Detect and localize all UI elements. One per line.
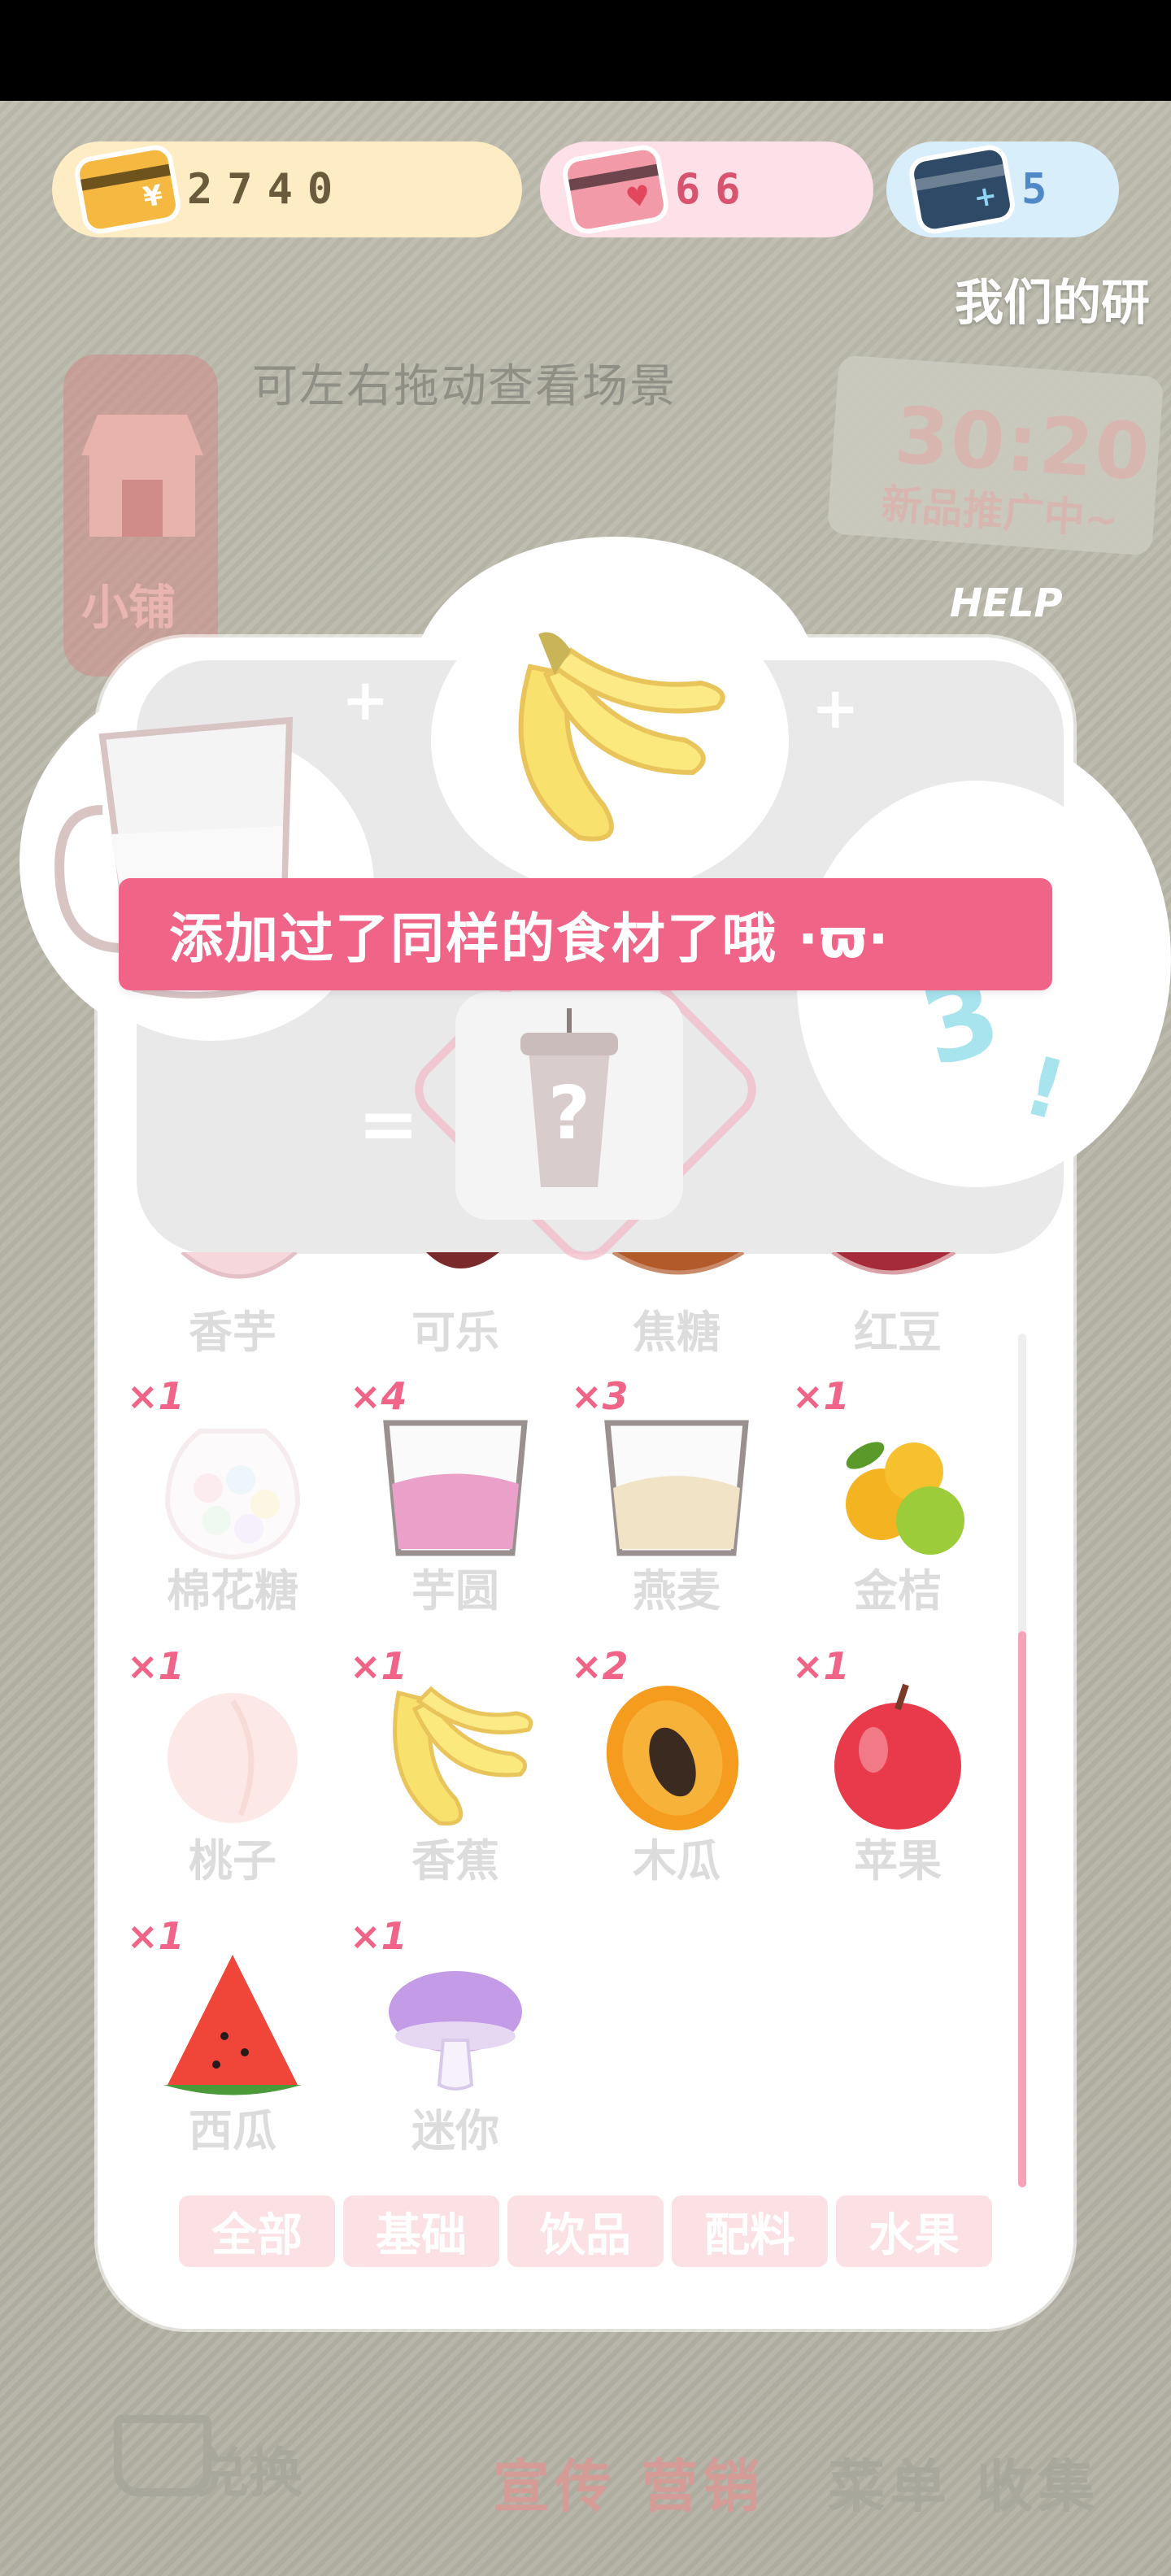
plus-sign: + bbox=[812, 675, 860, 742]
blue-card-icon: + bbox=[912, 148, 1012, 231]
tab-toppings[interactable]: 配料 bbox=[672, 2195, 828, 2267]
gold-card-icon: ¥ bbox=[77, 148, 178, 231]
ingredient-apple[interactable]: ×1 苹果 bbox=[792, 1644, 1003, 1904]
shop-title: 我们的研 bbox=[955, 275, 1150, 332]
apple-icon bbox=[834, 1683, 961, 1830]
mini-mushroom-icon bbox=[389, 1971, 522, 2091]
ingredient-name: 棉花糖 bbox=[167, 1565, 298, 1617]
ingredient-name: 香蕉 bbox=[411, 1835, 499, 1886]
kumquat-icon bbox=[846, 1442, 964, 1555]
coin-counter[interactable]: ¥ 2740 bbox=[52, 141, 522, 237]
ingredient-name: 红豆 bbox=[854, 1307, 942, 1358]
ingredient-name: 燕麦 bbox=[633, 1565, 720, 1617]
shop-label: 小铺 bbox=[81, 580, 176, 635]
heart-value: 66 bbox=[675, 165, 755, 214]
heart-counter[interactable]: ♥ 66 bbox=[540, 141, 873, 237]
toast-text: 添加过了同样的食材了哦 ·ϖ· bbox=[169, 907, 890, 970]
peach-icon bbox=[168, 1693, 298, 1823]
ingredient-marshmallow[interactable]: ×1 棉花糖 bbox=[127, 1374, 338, 1634]
ingredient-name: 芋圆 bbox=[411, 1565, 499, 1617]
ingredient-peach[interactable]: ×1 桃子 bbox=[127, 1644, 338, 1904]
ingredient-watermelon[interactable]: ×1 西瓜 bbox=[127, 1914, 338, 2174]
tab-all[interactable]: 全部 bbox=[179, 2195, 335, 2267]
toast-message: 添加过了同样的食材了哦 ·ϖ· bbox=[119, 878, 1052, 990]
ingredient-name: 香芋 bbox=[189, 1307, 276, 1358]
ingredient-name: 西瓜 bbox=[189, 2105, 276, 2156]
promote-button[interactable]: 宣传 营销 bbox=[493, 2441, 764, 2523]
ingredient-mini[interactable]: ×1 迷你 bbox=[350, 1914, 561, 2174]
mystery-drink-icon[interactable]: ? bbox=[439, 976, 699, 1236]
ingredient-name: 焦糖 bbox=[633, 1307, 720, 1358]
equals-sign: = bbox=[358, 1081, 420, 1167]
papaya-icon bbox=[606, 1686, 739, 1830]
ingredient-name: 苹果 bbox=[854, 1835, 942, 1886]
ingredient-kumquat[interactable]: ×1 金桔 bbox=[792, 1374, 1003, 1634]
ticket-counter[interactable]: + 5 bbox=[886, 141, 1119, 237]
partial-row-icons bbox=[181, 1252, 956, 1279]
watermelon-icon bbox=[163, 1955, 302, 2095]
shop-icon bbox=[81, 415, 203, 537]
ticket-value: 5 bbox=[1021, 165, 1062, 214]
oat-cup-icon bbox=[604, 1420, 749, 1556]
exchange-button[interactable]: 兑换 bbox=[195, 2430, 303, 2508]
svg-text:?: ? bbox=[548, 1071, 590, 1156]
menu-collection-button[interactable]: 菜单 收集 bbox=[828, 2441, 1099, 2523]
ingredient-banana[interactable]: ×1 香蕉 bbox=[350, 1644, 561, 1904]
help-button[interactable]: HELP bbox=[950, 581, 1063, 626]
banana-icon bbox=[393, 1686, 533, 1826]
ingredient-name: 桃子 bbox=[189, 1835, 276, 1886]
drag-hint: 可左右拖动查看场景 bbox=[252, 360, 677, 413]
ingredient-name: 迷你 bbox=[411, 2105, 499, 2156]
heart-card-icon: ♥ bbox=[565, 148, 666, 231]
taro-ball-cup-icon bbox=[383, 1420, 528, 1556]
marshmallow-icon bbox=[164, 1429, 301, 1560]
scrollbar-thumb[interactable] bbox=[1018, 1631, 1026, 2187]
ingredient-oat[interactable]: ×3 燕麦 bbox=[571, 1374, 782, 1634]
coin-value: 2740 bbox=[187, 165, 348, 214]
tab-drinks[interactable]: 饮品 bbox=[507, 2195, 664, 2267]
ingredient-name: 木瓜 bbox=[633, 1835, 720, 1886]
plus-sign: + bbox=[342, 667, 390, 733]
status-bar bbox=[0, 0, 1171, 101]
ingredient-name: 可乐 bbox=[411, 1307, 499, 1358]
ingredient-taro-ball[interactable]: ×4 芋圆 bbox=[350, 1374, 561, 1634]
ingredient-name: 金桔 bbox=[854, 1565, 942, 1617]
ingredient-papaya[interactable]: ×2 木瓜 bbox=[571, 1644, 782, 1904]
tab-basic[interactable]: 基础 bbox=[343, 2195, 499, 2267]
tab-fruits[interactable]: 水果 bbox=[836, 2195, 992, 2267]
banana-icon[interactable] bbox=[481, 618, 742, 862]
